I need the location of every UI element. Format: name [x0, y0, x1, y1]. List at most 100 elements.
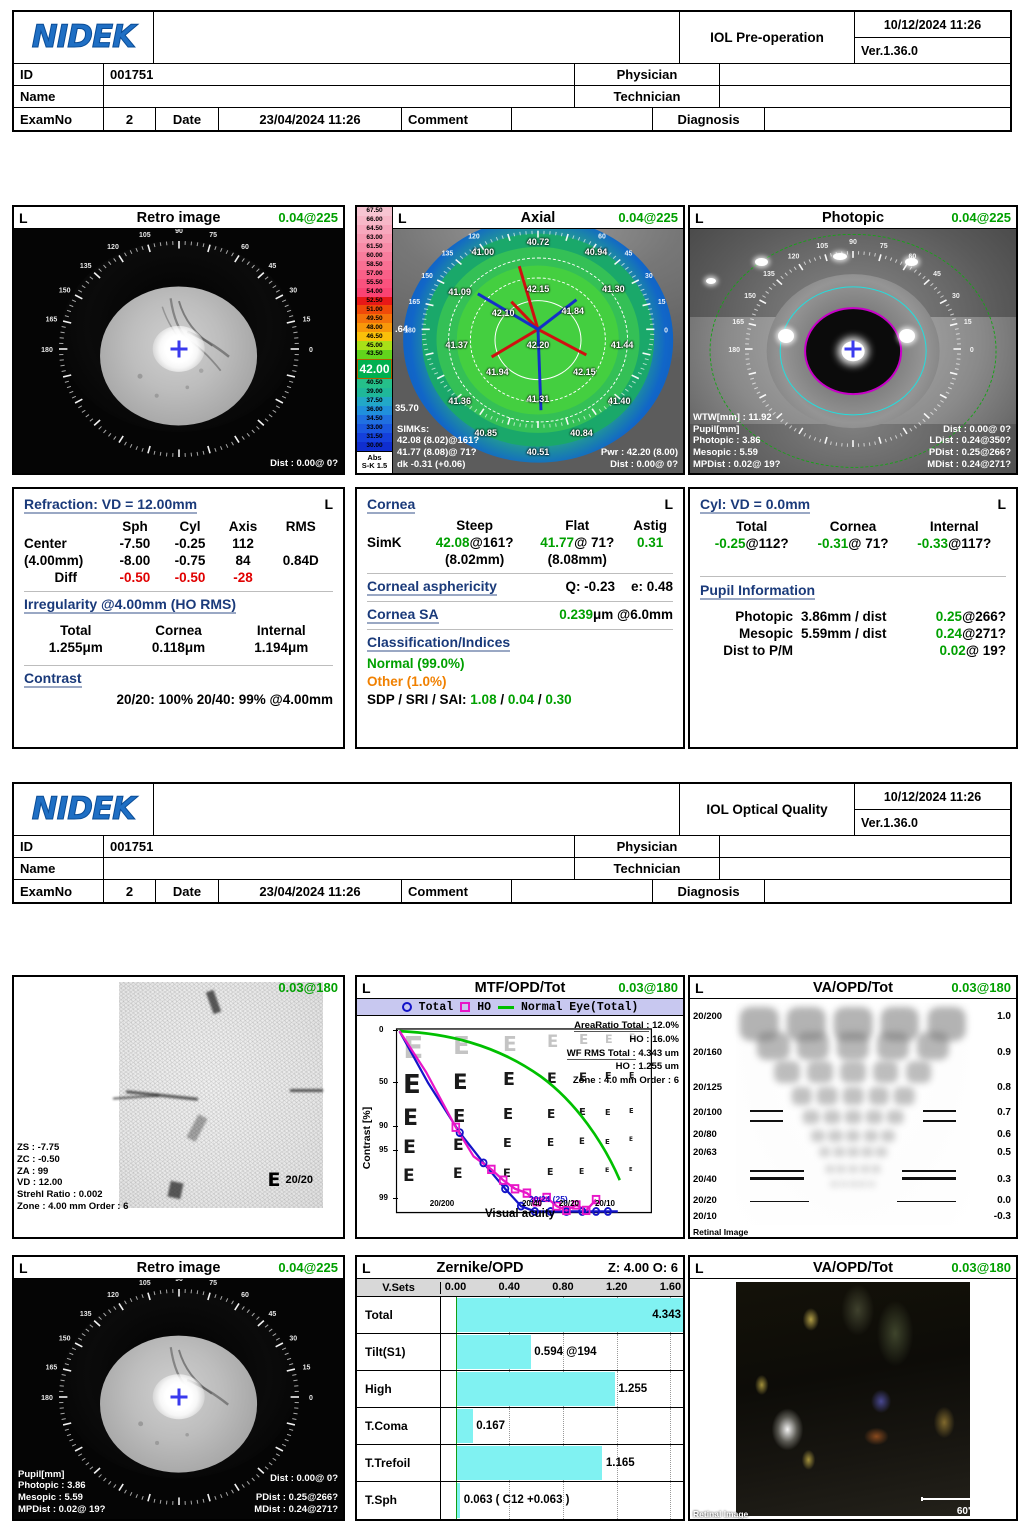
photopic-pupil-value: Photopic : 3.86 [693, 435, 761, 447]
technician-value[interactable] [720, 86, 1010, 107]
retro-bottom-dist: Dist : 0.00@ 0? [270, 1473, 338, 1485]
va-night-image: 60' Retinal Image [690, 1279, 1016, 1519]
retro-top-dist: Dist : 0.00@ 0? [270, 458, 338, 470]
photopic-header: L Photopic 0.04@225 [690, 207, 1016, 229]
svg-text:105: 105 [816, 242, 828, 249]
va-blurred-letter [833, 1147, 845, 1158]
zernike-row-label: High [357, 1370, 441, 1407]
va-blurred-letter [916, 1031, 949, 1060]
zernike-zone-order: Z: 4.00 O: 6 [607, 1260, 678, 1275]
cyl-table: Total Cornea Internal -0.25@112? -0.31@ … [700, 518, 1006, 552]
va-chart-plot: 20/200 20/160 20/125 20/100 20/80 20/63 20/40 2… [690, 999, 1016, 1237]
simk-steep-axis: @161? [469, 535, 514, 550]
table-header-row: Total Cornea Internal [700, 518, 1006, 535]
col-total: Total [736, 519, 768, 534]
id-value[interactable]: 001751 [104, 836, 575, 857]
scale-footer: Abs S-K 1.5 [357, 450, 392, 473]
panel-angle: 0.03@180 [278, 980, 338, 995]
examno-value[interactable]: 2 [104, 880, 156, 902]
physician-value[interactable] [720, 836, 1010, 857]
axial-power-value: 41.00 [471, 247, 495, 258]
date-value[interactable]: 23/04/2024 11:26 [219, 108, 402, 130]
va-blurred-letter [844, 1109, 862, 1124]
diagnosis-value[interactable] [765, 880, 1010, 902]
comment-value[interactable] [512, 108, 653, 130]
va-blurred-letter [860, 1165, 870, 1173]
mtf-x-tick: 20/40 [521, 1199, 543, 1208]
technician-value[interactable] [720, 858, 1010, 879]
col-steep: Steep [456, 518, 494, 533]
svg-text:90: 90 [175, 229, 183, 235]
table-row: (4.00mm) -8.00 -0.75 84 0.84D [24, 552, 333, 569]
examno-value[interactable]: 2 [104, 108, 156, 130]
center-crosshair-icon [170, 1388, 187, 1406]
simk-steep: 42.08 [435, 535, 470, 550]
zernike-tick: 1.60 [659, 1281, 682, 1293]
physician-value[interactable] [720, 64, 1010, 85]
comment-label: Comment [402, 880, 512, 902]
svg-text:45: 45 [268, 1311, 276, 1318]
pupil-info-title: Pupil Information [700, 582, 816, 600]
va-blurred-letter [807, 1060, 834, 1083]
scale-band: 33.00 [357, 423, 392, 433]
va-blurred-letter [863, 1129, 878, 1142]
scale-band: 55.50 [357, 278, 392, 288]
va-blurred-letter [757, 1031, 790, 1060]
svg-text:0: 0 [970, 347, 974, 354]
mtf-x-tick: 20/10 [594, 1199, 616, 1208]
date-value[interactable]: 23/04/2024 11:26 [219, 880, 402, 902]
va-blurred-letter [823, 1109, 841, 1124]
mesopic-axis: @271? [962, 626, 1006, 641]
va-blurred-letter [840, 1060, 866, 1083]
diagnosis-value[interactable] [765, 108, 1010, 130]
asphericity-title: Corneal asphericity [367, 578, 497, 596]
cell-sph: -7.50 [119, 536, 151, 551]
cyl-cornea: -0.31 [817, 536, 849, 551]
mesopic-pupil-value: Mesopic : 5.59 [18, 1492, 83, 1504]
scale-band: 40.50 [357, 379, 392, 389]
svg-text:60: 60 [241, 1292, 249, 1299]
scale-band: 63.00 [357, 233, 392, 243]
zernike-value-label: 1.255 [618, 1382, 648, 1395]
va-acuity-label: 20/10 [693, 1211, 717, 1222]
retro-bottom-header: L Retro image 0.04@225 [14, 1257, 343, 1279]
pupil-label: Pupil[mm] [693, 423, 740, 435]
zernike-zero-line [455, 1370, 458, 1407]
va-blurred-letter [842, 1087, 864, 1106]
refraction-title: Refraction: VD = 12.00mm [24, 496, 198, 514]
axial-simk-steep: 42.08 (8.02)@161? [397, 435, 480, 447]
legend-total: Total [418, 1000, 454, 1014]
va-logmar-label: 0.7 [997, 1107, 1011, 1118]
comment-value[interactable] [512, 880, 653, 902]
table-row: T.Trefoil 1.165 [357, 1444, 683, 1482]
col-axis: Axis [228, 519, 258, 534]
mtf-plot: Contrast [%] 0 50 90 95 99 EEEEEEEEEEEEEEEEE… [357, 1016, 683, 1237]
psf-params: ZS : -7.75 ZC : -0.50 ZA : 99 VD : 12.00… [17, 1142, 128, 1213]
software-version: Ver.1.36.0 [861, 815, 919, 830]
technician-label: Technician [575, 858, 720, 879]
va-blurred-letter [871, 1165, 881, 1173]
col-internal: Internal [929, 519, 979, 534]
classification-title: Classification/Indices [367, 634, 511, 652]
wtw-value: WTW[mm] : 11.92 [693, 411, 772, 423]
psf-acuity-marker: E 20/20 [267, 1169, 313, 1191]
va-logmar-label: 0.9 [997, 1047, 1011, 1058]
va-blurred-letter [836, 1031, 870, 1060]
axial-image-area: 67.50 66.00 64.50 63.00 61.50 60.00 58.50 57.00… [357, 207, 683, 473]
va-blurred-letter [849, 1180, 857, 1188]
svg-text:0: 0 [309, 1395, 313, 1402]
val-total: 1.255μm [48, 640, 103, 655]
va-blurred-letter [894, 1087, 915, 1106]
scale-band: 52.50 [357, 296, 392, 306]
table-row: T.Sph 0.063 ( C12 +0.063 ) [357, 1481, 683, 1519]
svg-text:45: 45 [933, 270, 941, 277]
va-blurred-letter [819, 1147, 831, 1158]
row-label: Center [24, 536, 67, 551]
axial-power-value: 42.15 [573, 366, 596, 377]
name-value[interactable] [104, 858, 575, 879]
photopic-mdist: MDist : 0.24@271? [927, 459, 1011, 471]
col-cornea: Cornea [829, 519, 877, 534]
cyl-internal-axis: @117? [948, 536, 992, 551]
id-value[interactable]: 001751 [104, 64, 575, 85]
name-value[interactable] [104, 86, 575, 107]
